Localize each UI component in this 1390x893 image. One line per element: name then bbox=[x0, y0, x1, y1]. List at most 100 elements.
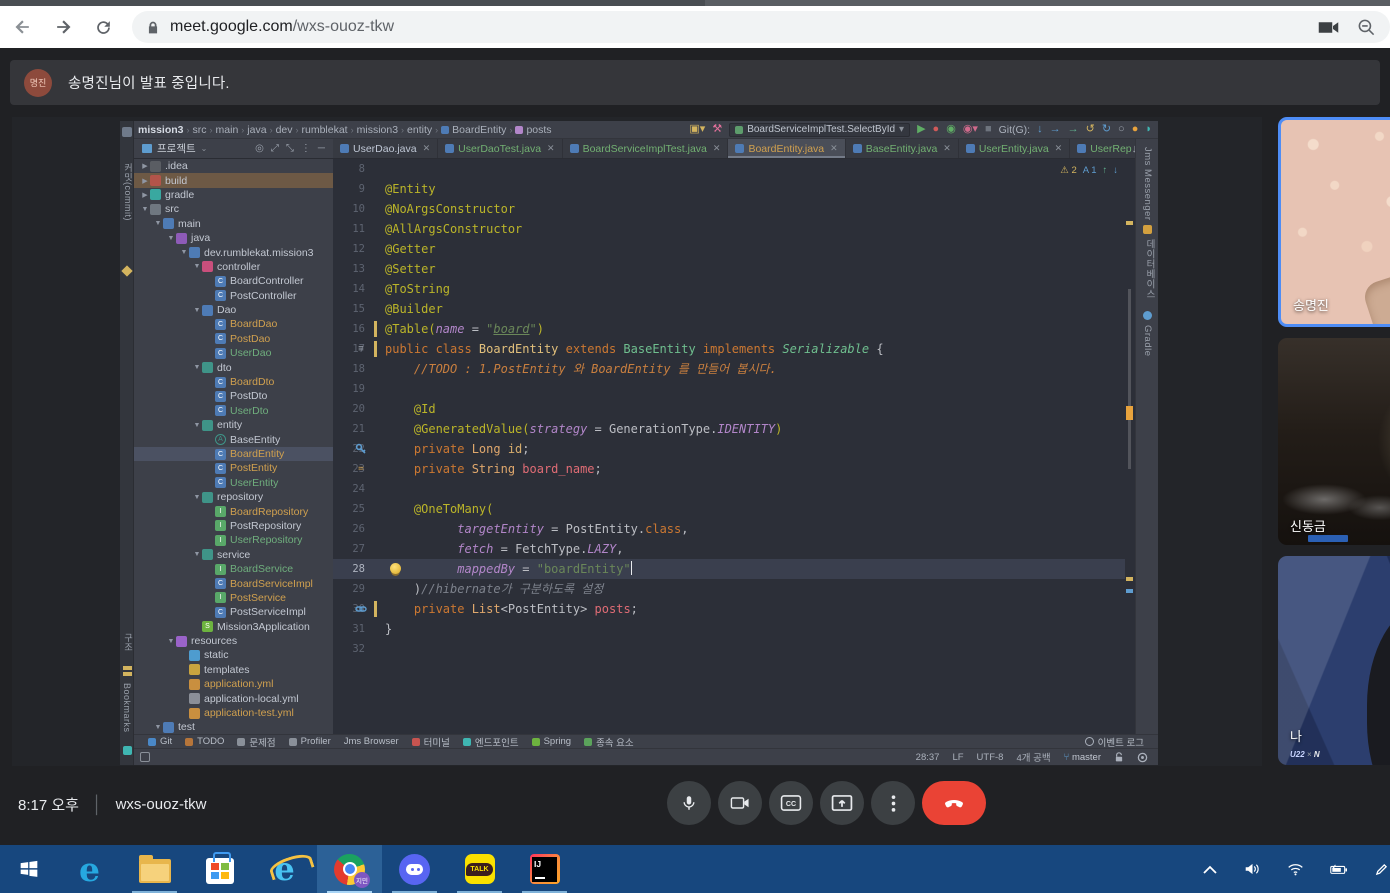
code-line-8[interactable]: 8 bbox=[333, 159, 1158, 179]
code-line-27[interactable]: 27 fetch = FetchType.LAZY, bbox=[333, 539, 1158, 559]
jms-messenger-toolwindow-tab[interactable]: Jms Messenger bbox=[1142, 147, 1153, 221]
hang-up-button[interactable] bbox=[922, 781, 986, 825]
tray-wifi-icon[interactable] bbox=[1287, 863, 1304, 876]
code-line-25[interactable]: 25 @OneToMany( bbox=[333, 499, 1158, 519]
tree-item-src[interactable]: ▼ src bbox=[134, 202, 333, 216]
code-line-21[interactable]: 21 @GeneratedValue(strategy = Generation… bbox=[333, 419, 1158, 439]
participant-tile-1[interactable]: 송명진 bbox=[1278, 117, 1390, 327]
status-widget[interactable]: 4개 공백 bbox=[1016, 750, 1050, 764]
breadcrumb[interactable]: mission3 › src › main › java › dev › rumblekat › mis… bbox=[138, 124, 552, 136]
code-line-18[interactable]: 18 //TODO : 1.PostEntity 와 BoardEntity 를… bbox=[333, 359, 1158, 379]
tree-item-dev-rumblekat-mission3[interactable]: ▼ dev.rumblekat.mission3 bbox=[134, 245, 333, 259]
gradle-toolwindow-tab[interactable]: Gradle bbox=[1142, 325, 1153, 357]
tree-item-repository[interactable]: ▼ repository bbox=[134, 490, 333, 504]
event-log-button[interactable]: 이벤트 로그 bbox=[1084, 735, 1158, 749]
taskbar-kakaotalk-icon[interactable]: TALK bbox=[447, 845, 512, 893]
tree-chevron[interactable]: ▼ bbox=[192, 364, 202, 371]
tree-item-boardcontroller[interactable]: C BoardController bbox=[134, 274, 333, 288]
tree-item-userrepository[interactable]: I UserRepository bbox=[134, 533, 333, 547]
indent-widget-icon[interactable] bbox=[1137, 752, 1148, 763]
close-tab-icon[interactable]: ✕ bbox=[423, 143, 431, 154]
panel-options-icon[interactable]: ⋮ bbox=[301, 143, 311, 154]
code-line-26[interactable]: 26 targetEntity = PostEntity.class, bbox=[333, 519, 1158, 539]
breadcrumb-item[interactable]: main bbox=[216, 124, 239, 136]
taskbar-intellij-icon[interactable]: IJ bbox=[512, 845, 577, 893]
close-tab-icon[interactable]: ✕ bbox=[943, 143, 951, 154]
run-icon[interactable]: ▶ bbox=[917, 124, 925, 135]
tree-item--idea[interactable]: ▶ .idea bbox=[134, 159, 333, 173]
participant-tile-self[interactable]: 나 U22 × N bbox=[1278, 556, 1390, 765]
tree-item-boarddto[interactable]: C BoardDto bbox=[134, 375, 333, 389]
microphone-button[interactable] bbox=[667, 781, 711, 825]
breadcrumb-item[interactable]: BoardEntity bbox=[441, 124, 506, 136]
close-tab-icon[interactable]: ✕ bbox=[830, 143, 838, 154]
tree-item-application-test-yml[interactable]: application-test.yml bbox=[134, 706, 333, 720]
toolwindow-button-profiler[interactable]: Profiler bbox=[288, 735, 331, 749]
tray-chevron-up-icon[interactable] bbox=[1201, 865, 1218, 874]
tree-item-postrepository[interactable]: I PostRepository bbox=[134, 519, 333, 533]
link-gutter-icon[interactable] bbox=[355, 603, 367, 615]
toolwindow-button-spring[interactable]: Spring bbox=[531, 735, 571, 749]
taskbar-store-icon[interactable] bbox=[187, 845, 252, 893]
breadcrumb-item[interactable]: src bbox=[193, 124, 207, 136]
ide-update-icon[interactable]: ◗ bbox=[1145, 124, 1152, 135]
tree-chevron[interactable]: ▼ bbox=[166, 638, 176, 645]
tree-item-main[interactable]: ▼ main bbox=[134, 217, 333, 231]
editor-tab[interactable]: BaseEntity.java ✕ bbox=[846, 139, 959, 158]
toolwindow-button-git[interactable]: Git bbox=[148, 735, 172, 749]
tree-item-userdao[interactable]: C UserDao bbox=[134, 346, 333, 360]
tree-item-boardrepository[interactable]: I BoardRepository bbox=[134, 504, 333, 518]
taskbar-explorer-icon[interactable] bbox=[122, 845, 187, 893]
close-tab-icon[interactable]: ✕ bbox=[547, 143, 555, 154]
code-line-22[interactable]: 22 private Long id; bbox=[333, 439, 1158, 459]
taskbar-edge-icon[interactable]: e bbox=[57, 845, 122, 893]
tree-item-dao[interactable]: ▼ Dao bbox=[134, 303, 333, 317]
locate-icon[interactable]: ◎ bbox=[255, 143, 264, 154]
tree-item-boarddao[interactable]: C BoardDao bbox=[134, 317, 333, 331]
toolwindow-button-터미널[interactable]: 터미널 bbox=[411, 735, 450, 749]
status-widget[interactable]: UTF-8 bbox=[977, 752, 1004, 763]
history-icon[interactable]: ↻ bbox=[1102, 124, 1111, 135]
breadcrumb-item[interactable]: dev bbox=[276, 124, 293, 136]
status-widget[interactable]: LF bbox=[952, 752, 963, 763]
tree-item-mission3application[interactable]: S Mission3Application bbox=[134, 620, 333, 634]
editor-tab[interactable]: BoardEntity.java ✕ bbox=[728, 139, 846, 158]
tree-item-resources[interactable]: ▼ resources bbox=[134, 634, 333, 648]
tree-chevron[interactable]: ▶ bbox=[140, 191, 150, 199]
tree-item-build[interactable]: ▶ build bbox=[134, 173, 333, 188]
run-configuration-select[interactable]: BoardServiceImplTest.SelectById ▾ bbox=[729, 122, 911, 137]
back-button[interactable] bbox=[6, 10, 40, 44]
tree-item-postentity[interactable]: C PostEntity bbox=[134, 461, 333, 475]
database-toolwindow-tab[interactable]: 데이터베이스 bbox=[1142, 239, 1156, 299]
git-update-icon[interactable]: ↓ bbox=[1037, 124, 1043, 135]
tree-chevron[interactable]: ▼ bbox=[192, 551, 202, 558]
taskbar-ie-icon[interactable]: e bbox=[252, 845, 317, 893]
breadcrumb-item[interactable]: rumblekat bbox=[302, 124, 348, 136]
toolwindow-button-jms-browser[interactable]: Jms Browser bbox=[344, 735, 399, 749]
tree-item-entity[interactable]: ▼ entity bbox=[134, 418, 333, 432]
search-everywhere-icon[interactable]: ○ bbox=[1118, 124, 1125, 135]
code-line-31[interactable]: 31} bbox=[333, 619, 1158, 639]
tree-item-postserviceimpl[interactable]: C PostServiceImpl bbox=[134, 605, 333, 619]
tree-item-application-yml[interactable]: application.yml bbox=[134, 677, 333, 691]
breadcrumb-item[interactable]: mission3 bbox=[138, 124, 184, 136]
reload-button[interactable] bbox=[86, 10, 120, 44]
tree-item-application-local-yml[interactable]: application-local.yml bbox=[134, 691, 333, 705]
tree-item-boardservice[interactable]: I BoardService bbox=[134, 562, 333, 576]
tree-item-boardentity[interactable]: C BoardEntity bbox=[134, 446, 333, 462]
expand-icon[interactable]: ⤢ bbox=[271, 143, 279, 154]
coverage-icon[interactable]: ◉ bbox=[946, 124, 956, 135]
lock-widget[interactable] bbox=[1114, 751, 1124, 763]
toolwindow-button-todo[interactable]: TODO bbox=[185, 735, 224, 749]
tree-item-dto[interactable]: ▼ dto bbox=[134, 360, 333, 374]
editor-tab[interactable]: UserEntity.java ✕ bbox=[959, 139, 1071, 158]
rollback-icon[interactable]: ↺ bbox=[1086, 124, 1095, 135]
profiler-icon[interactable]: ◉▾ bbox=[963, 124, 978, 135]
tree-chevron[interactable]: ▼ bbox=[166, 235, 176, 242]
more-options-button[interactable] bbox=[871, 781, 915, 825]
stop-icon[interactable]: ■ bbox=[985, 124, 992, 135]
inspections-widget[interactable]: ⚠ 2 A 1 ↑ ↓ bbox=[1060, 165, 1118, 176]
project-toolwindow-icon[interactable] bbox=[122, 127, 132, 137]
tree-item-userdto[interactable]: C UserDto bbox=[134, 404, 333, 418]
notifications-badge-icon[interactable]: ● bbox=[1132, 124, 1139, 135]
